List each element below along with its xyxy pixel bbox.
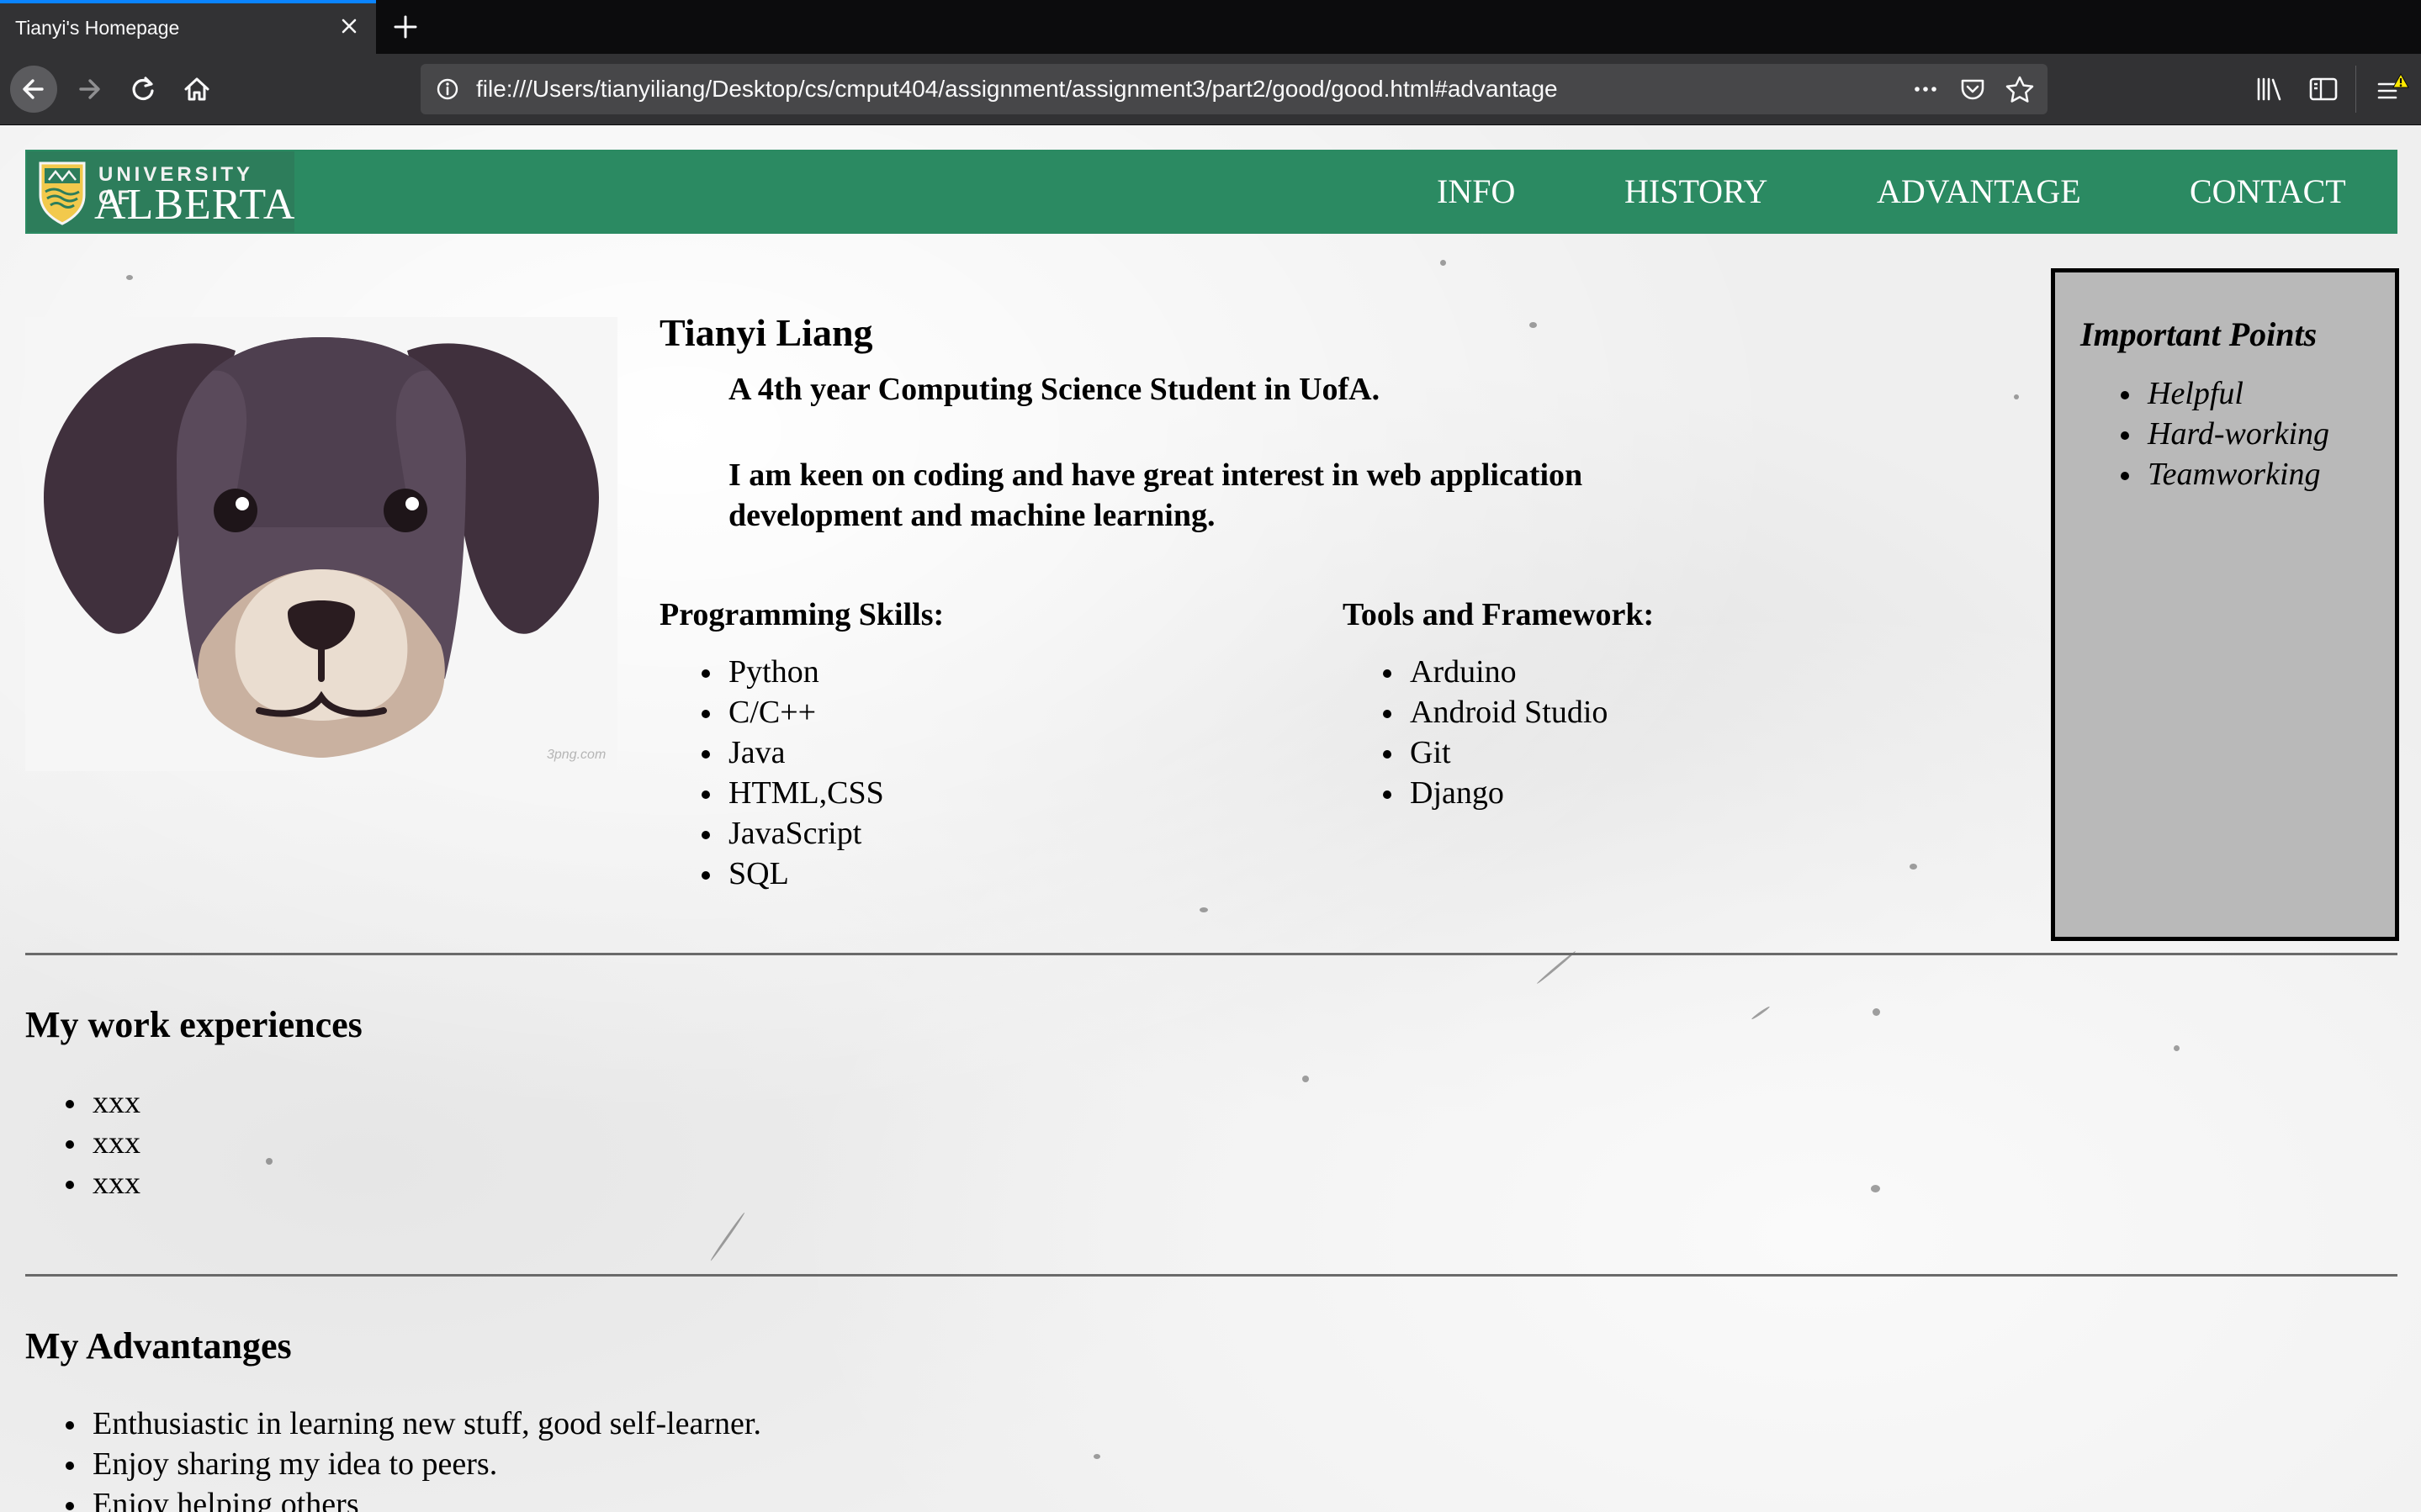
profile-image: 3png.com — [25, 317, 617, 771]
reload-icon[interactable] — [119, 66, 167, 113]
section-divider — [25, 1274, 2397, 1277]
skill-item: SQL — [702, 854, 884, 894]
advantage-item: Enjoy helping others — [66, 1484, 761, 1512]
tool-item: Android Studio — [1382, 692, 1608, 732]
profile-name: Tianyi Liang — [660, 311, 873, 354]
skills-heading: Programming Skills: — [660, 597, 945, 632]
nav-link-advantage[interactable]: ADVANTAGE — [1877, 172, 2081, 211]
dog-illustration — [44, 337, 599, 758]
navigation-toolbar: file:///Users/tianyiliang/Desktop/cs/cmp… — [0, 54, 2421, 125]
logo-alberta-text: ALBERTA — [94, 181, 296, 229]
image-watermark: 3png.com — [547, 748, 607, 762]
texture-speck — [1751, 1005, 1771, 1021]
tab-strip: Tianyi's Homepage — [0, 0, 2421, 54]
tool-item: Git — [1382, 732, 1608, 773]
skill-item: C/C++ — [702, 692, 884, 732]
tab-title: Tianyi's Homepage — [15, 17, 180, 39]
advantage-item: Enjoy sharing my idea to peers. — [66, 1444, 761, 1484]
important-point: Hard-working — [2120, 414, 2329, 454]
texture-speck — [1440, 260, 1446, 266]
work-heading: My work experiences — [25, 1004, 363, 1045]
active-tab[interactable]: Tianyi's Homepage — [0, 0, 376, 54]
skill-item: HTML,CSS — [702, 773, 884, 813]
texture-speck — [266, 1158, 273, 1165]
important-points-list: Helpful Hard-working Teamworking — [2120, 373, 2329, 494]
tools-list: Arduino Android Studio Git Django — [1382, 652, 1608, 813]
important-points-title: Important Points — [2080, 315, 2318, 353]
back-icon[interactable] — [10, 66, 57, 113]
skills-list: Python C/C++ Java HTML,CSS JavaScript SQ… — [702, 652, 884, 894]
work-item: xxx — [66, 1082, 140, 1123]
texture-speck — [1871, 1185, 1880, 1192]
tool-item: Django — [1382, 773, 1608, 813]
important-point: Teamworking — [2120, 454, 2329, 494]
important-points-box: Important Points Helpful Hard-working Te… — [2051, 268, 2399, 941]
home-icon[interactable] — [173, 66, 220, 113]
nav-link-info[interactable]: INFO — [1437, 172, 1515, 211]
work-item: xxx — [66, 1123, 140, 1163]
address-bar[interactable]: file:///Users/tianyiliang/Desktop/cs/cmp… — [421, 64, 2048, 114]
site-info-icon[interactable] — [434, 76, 461, 103]
texture-speck — [1536, 950, 1576, 985]
profile-bio: I am keen on coding and have great inter… — [728, 457, 1583, 533]
texture-speck — [709, 1211, 746, 1262]
menu-icon[interactable] — [2372, 71, 2409, 108]
url-text[interactable]: file:///Users/tianyiliang/Desktop/cs/cmp… — [476, 76, 1558, 103]
forward-icon[interactable] — [66, 66, 113, 113]
skill-item: JavaScript — [702, 813, 884, 854]
texture-speck — [1873, 1008, 1880, 1016]
pocket-icon[interactable] — [1957, 74, 1989, 104]
texture-speck — [1302, 1076, 1309, 1082]
work-item: xxx — [66, 1163, 140, 1203]
texture-speck — [1094, 1454, 1100, 1459]
tool-item: Arduino — [1382, 652, 1608, 692]
page-actions-icon[interactable] — [1910, 74, 1942, 104]
section-divider — [25, 953, 2397, 955]
site-header: UNIVERSITY OF ALBERTA INFO HISTORY ADVAN… — [25, 150, 2397, 234]
page-content: UNIVERSITY OF ALBERTA INFO HISTORY ADVAN… — [0, 125, 2421, 1512]
close-tab-icon[interactable] — [335, 12, 363, 40]
new-tab-icon[interactable] — [389, 10, 422, 44]
profile-intro: A 4th year Computing Science Student in … — [728, 372, 1380, 407]
texture-speck — [1910, 864, 1917, 870]
nav-link-contact[interactable]: CONTACT — [2190, 172, 2346, 211]
skill-item: Java — [702, 732, 884, 773]
university-logo[interactable]: UNIVERSITY OF ALBERTA — [27, 151, 294, 232]
tools-heading: Tools and Framework: — [1343, 597, 1655, 632]
texture-speck — [1200, 907, 1208, 912]
sidebar-icon[interactable] — [2305, 71, 2342, 108]
advantages-list: Enthusiastic in learning new stuff, good… — [66, 1404, 761, 1512]
texture-speck — [1529, 322, 1537, 328]
important-point: Helpful — [2120, 373, 2329, 414]
work-list: xxx xxx xxx — [66, 1082, 140, 1203]
nav-link-history[interactable]: HISTORY — [1624, 172, 1767, 211]
advantages-heading: My Advantanges — [25, 1325, 292, 1367]
skill-item: Python — [702, 652, 884, 692]
texture-speck — [2174, 1045, 2180, 1051]
library-icon[interactable] — [2251, 71, 2288, 108]
toolbar-separator — [2355, 66, 2356, 113]
texture-speck — [2014, 394, 2019, 399]
crest-icon — [39, 161, 86, 225]
texture-speck — [126, 275, 133, 280]
advantage-item: Enthusiastic in learning new stuff, good… — [66, 1404, 761, 1444]
bookmark-star-icon[interactable] — [2004, 74, 2036, 104]
